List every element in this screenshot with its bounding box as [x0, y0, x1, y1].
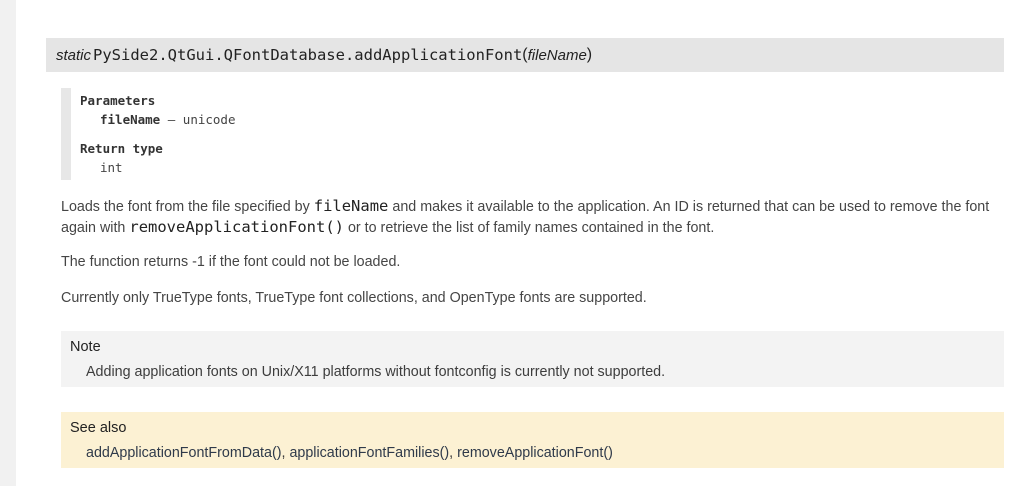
note-body: Adding application fonts on Unix/X11 pla… — [86, 364, 666, 380]
return-type-value: int — [100, 160, 123, 175]
field-list: Parameters fileName – unicode Return typ… — [61, 88, 461, 180]
return-value-paragraph: The function returns -1 if the font coul… — [61, 254, 401, 270]
code-filename: fileName — [313, 197, 389, 215]
link-add-application-font-from-data[interactable]: addApplicationFontFromData() — [86, 445, 281, 461]
signature-argument: fileName — [527, 46, 587, 64]
method-signature: static PySide2.QtGui.QFontDatabase.addAp… — [46, 38, 1004, 72]
description-text: Loads the font from the file specified b… — [61, 199, 314, 215]
supported-formats-paragraph: Currently only TrueType fonts, TrueType … — [61, 290, 647, 306]
see-also-links: addApplicationFontFromData(), applicatio… — [86, 445, 613, 461]
see-also-box: See also addApplicationFontFromData(), a… — [61, 412, 1004, 468]
parameter-separator: – — [160, 112, 183, 127]
description-paragraph: Loads the font from the file specified b… — [61, 196, 1001, 238]
code-remove-application-font: removeApplicationFont() — [129, 218, 344, 236]
see-also-title: See also — [70, 420, 127, 436]
link-application-font-families[interactable]: applicationFontFamilies() — [289, 445, 449, 461]
link-separator: , — [449, 445, 458, 461]
description-text: or to retrieve the list of family names … — [344, 220, 715, 236]
signature-prefix: static — [56, 46, 92, 64]
parameter-name: fileName — [100, 112, 161, 127]
note-box: Note Adding application fonts on Unix/X1… — [61, 331, 1004, 387]
method-name: PySide2.QtGui.QFontDatabase.addApplicati… — [93, 46, 523, 64]
link-remove-application-font[interactable]: removeApplicationFont() — [457, 445, 613, 461]
parameter-entry: fileName – unicode — [100, 112, 235, 127]
left-margin-rail — [0, 0, 16, 486]
parameter-type: unicode — [182, 112, 236, 127]
parameters-heading: Parameters — [80, 93, 156, 108]
signature-close-paren: ) — [586, 46, 593, 63]
return-type-heading: Return type — [80, 141, 163, 156]
note-title: Note — [70, 339, 101, 355]
